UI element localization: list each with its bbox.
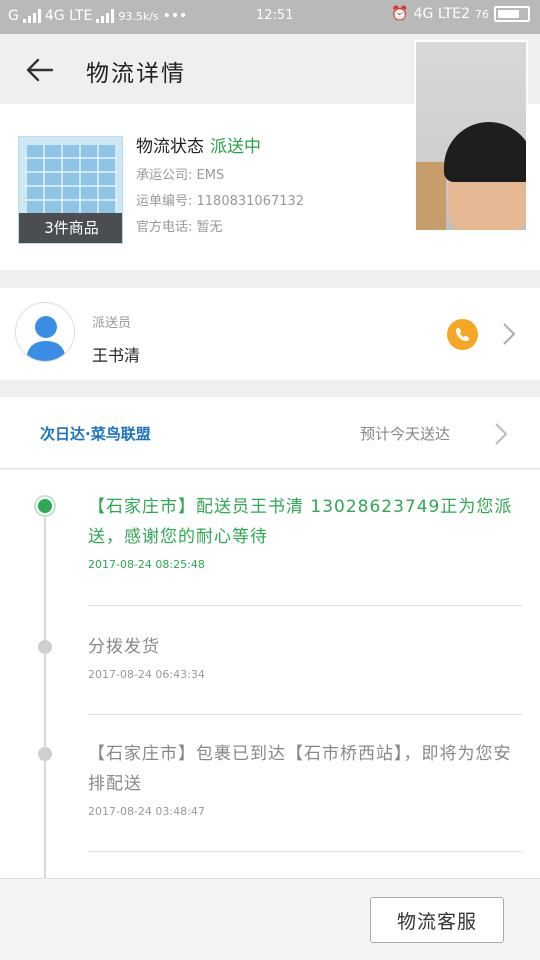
- items-count: 3件商品: [19, 213, 122, 243]
- customer-service-button[interactable]: 物流客服: [370, 897, 504, 943]
- event-text: 分拨发货: [88, 637, 160, 657]
- product-image: [25, 145, 117, 215]
- notification-dots: •••: [162, 8, 188, 24]
- eta-text: 预计今天送达: [360, 425, 451, 443]
- shipment-info: 物流状态 派送中 承运公司: EMS 运单编号: 1180831067132 官方…: [136, 136, 304, 236]
- bottom-bar: 物流客服: [0, 878, 540, 960]
- tracking-timeline: 【石家庄市】配送员王书清 13028623749正为您派送，感谢您的耐心等待 2…: [0, 470, 540, 878]
- status-row: 物流状态 派送中: [136, 136, 304, 158]
- chevron-right-icon: [503, 323, 516, 345]
- chevron-right-icon: [495, 423, 508, 445]
- event-time: 2017-08-24 06:43:34: [88, 668, 205, 681]
- battery-percent: 76: [475, 7, 489, 21]
- status-value: 派送中: [210, 137, 261, 157]
- status-bar: G 4G LTE 93.5k/s ••• 12:51 ⏰ 4G LTE2 76: [0, 0, 540, 34]
- network-label-2: 4G LTE2: [413, 6, 470, 22]
- status-label: 物流状态: [136, 137, 204, 157]
- timeline-dot-active: [34, 495, 56, 517]
- carrier-info: 承运公司: EMS: [136, 168, 225, 183]
- event-text: 【石家庄市】配送员王书清 13028623749正为您派送，感谢您的耐心等待: [88, 497, 513, 547]
- divider: [88, 714, 522, 715]
- battery-icon: [494, 6, 530, 22]
- divider: [88, 605, 522, 606]
- timeline-event: 【石家庄市】配送员王书清 13028623749正为您派送，感谢您的耐心等待 2…: [88, 492, 522, 571]
- courier-name: 王书清: [92, 346, 141, 365]
- event-time: 2017-08-24 08:25:48: [88, 558, 205, 571]
- official-phone: 官方电话: 暂无: [136, 220, 223, 235]
- phone-icon: [455, 327, 470, 342]
- divider: [88, 851, 522, 852]
- alarm-icon: ⏰: [391, 6, 409, 22]
- timeline-event: 分拨发货 2017-08-24 06:43:34: [88, 632, 522, 681]
- timeline-line: [44, 505, 46, 878]
- status-left: G 4G LTE 93.5k/s •••: [8, 8, 187, 24]
- timeline-event: 【石家庄市】包裹已到达【石市桥西站】，即将为您安排配送 2017-08-24 0…: [88, 739, 522, 818]
- courier-card[interactable]: 派送员 王书清: [0, 288, 540, 380]
- event-time: 2017-08-24 03:48:47: [88, 805, 205, 818]
- clock: 12:51: [256, 8, 294, 23]
- courier-label: 派送员: [92, 316, 132, 331]
- partner-brand: 次日达·菜鸟联盟: [40, 425, 151, 443]
- signal-icon-2: [96, 9, 115, 23]
- back-arrow-icon[interactable]: [24, 54, 56, 86]
- carrier-label: G: [8, 8, 19, 24]
- signal-icon: [22, 9, 41, 23]
- event-text: 【石家庄市】包裹已到达【石市桥西站】，即将为您安排配送: [88, 744, 512, 794]
- video-door: [416, 162, 446, 230]
- product-thumbnail[interactable]: 3件商品: [18, 136, 123, 244]
- delivery-partner-row[interactable]: 次日达·菜鸟联盟 预计今天送达: [0, 397, 540, 469]
- call-courier-button[interactable]: [447, 319, 478, 350]
- video-call-preview[interactable]: [414, 40, 528, 232]
- net-speed: 93.5k/s: [118, 9, 159, 23]
- timeline-dot: [38, 640, 52, 654]
- tracking-number: 运单编号: 1180831067132: [136, 194, 305, 209]
- page-title: 物流详情: [86, 61, 186, 87]
- person-icon: [26, 316, 66, 361]
- courier-avatar: [15, 302, 75, 362]
- timeline-dot: [38, 747, 52, 761]
- network-label: 4G LTE: [44, 8, 93, 24]
- status-right: ⏰ 4G LTE2 76: [391, 6, 530, 22]
